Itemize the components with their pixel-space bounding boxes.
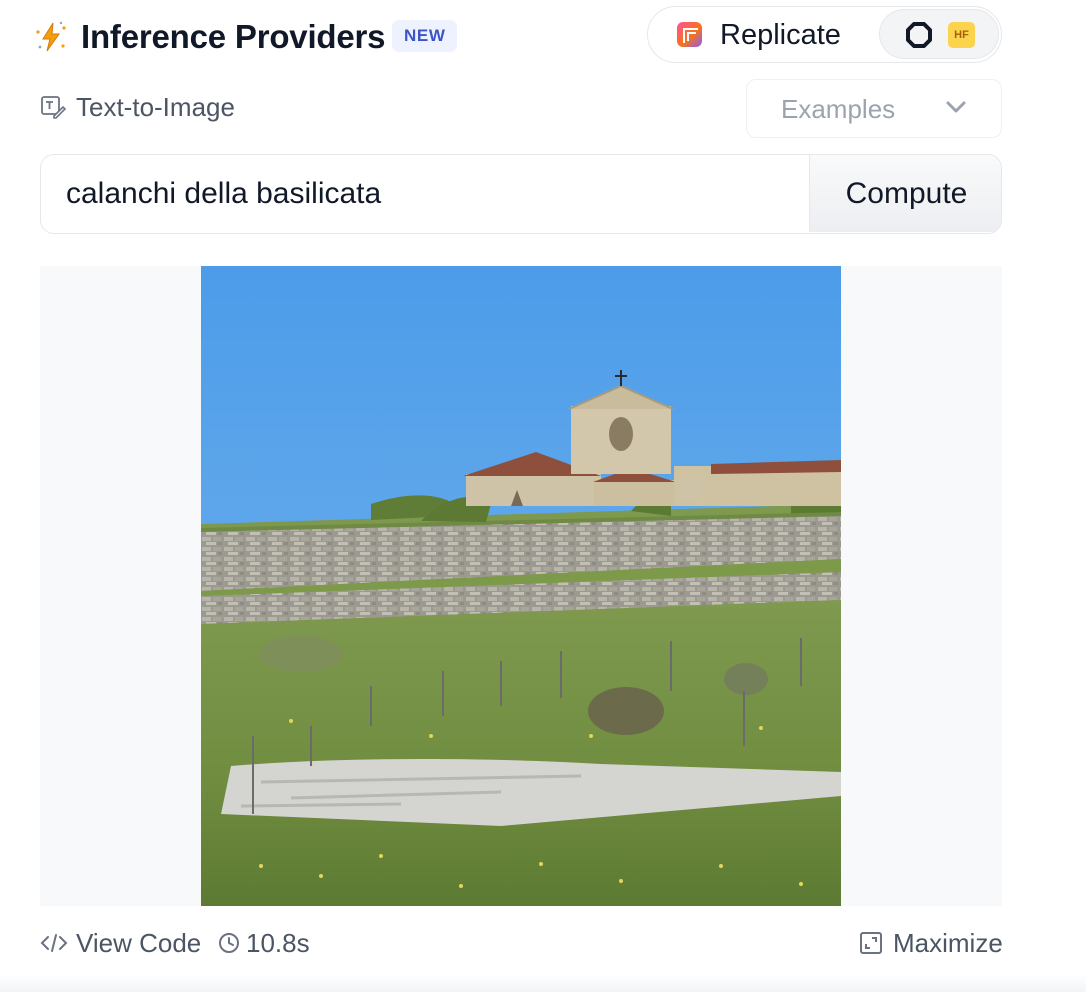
- new-badge: NEW: [392, 20, 458, 52]
- prompt-input[interactable]: [41, 155, 809, 232]
- task-label: Text-to-Image: [76, 92, 235, 122]
- prompt-form: Compute: [40, 154, 1002, 234]
- bottom-edge: [0, 974, 1086, 992]
- widget-title: Inference Providers: [81, 18, 386, 55]
- widget-header: Inference Providers NEW Replicate HF: [34, 6, 1002, 63]
- provider-selector[interactable]: Replicate HF: [647, 6, 1002, 63]
- examples-label: Examples: [781, 94, 896, 124]
- replicate-logo-icon: [677, 22, 702, 47]
- compute-button[interactable]: Compute: [809, 155, 1001, 232]
- maximize-label: Maximize: [893, 928, 1003, 958]
- view-code-label: View Code: [76, 928, 202, 958]
- clock-icon: [219, 933, 239, 953]
- output-panel: [40, 266, 1002, 906]
- hf-billing-toggle[interactable]: HF: [879, 9, 999, 59]
- hf-badge: HF: [948, 22, 975, 48]
- maximize-icon: [860, 932, 882, 954]
- duration-label: 10.8s: [246, 928, 310, 958]
- lightning-sparkle-icon: [36, 21, 66, 52]
- code-icon: [40, 934, 68, 952]
- octagon-icon: [906, 22, 932, 48]
- text-to-image-icon: [41, 96, 66, 119]
- provider-name: Replicate: [720, 19, 841, 51]
- chevron-down-icon: [946, 101, 966, 113]
- examples-dropdown[interactable]: Examples: [746, 79, 1002, 138]
- generated-image[interactable]: [201, 266, 841, 906]
- maximize-button[interactable]: Maximize: [859, 928, 1003, 958]
